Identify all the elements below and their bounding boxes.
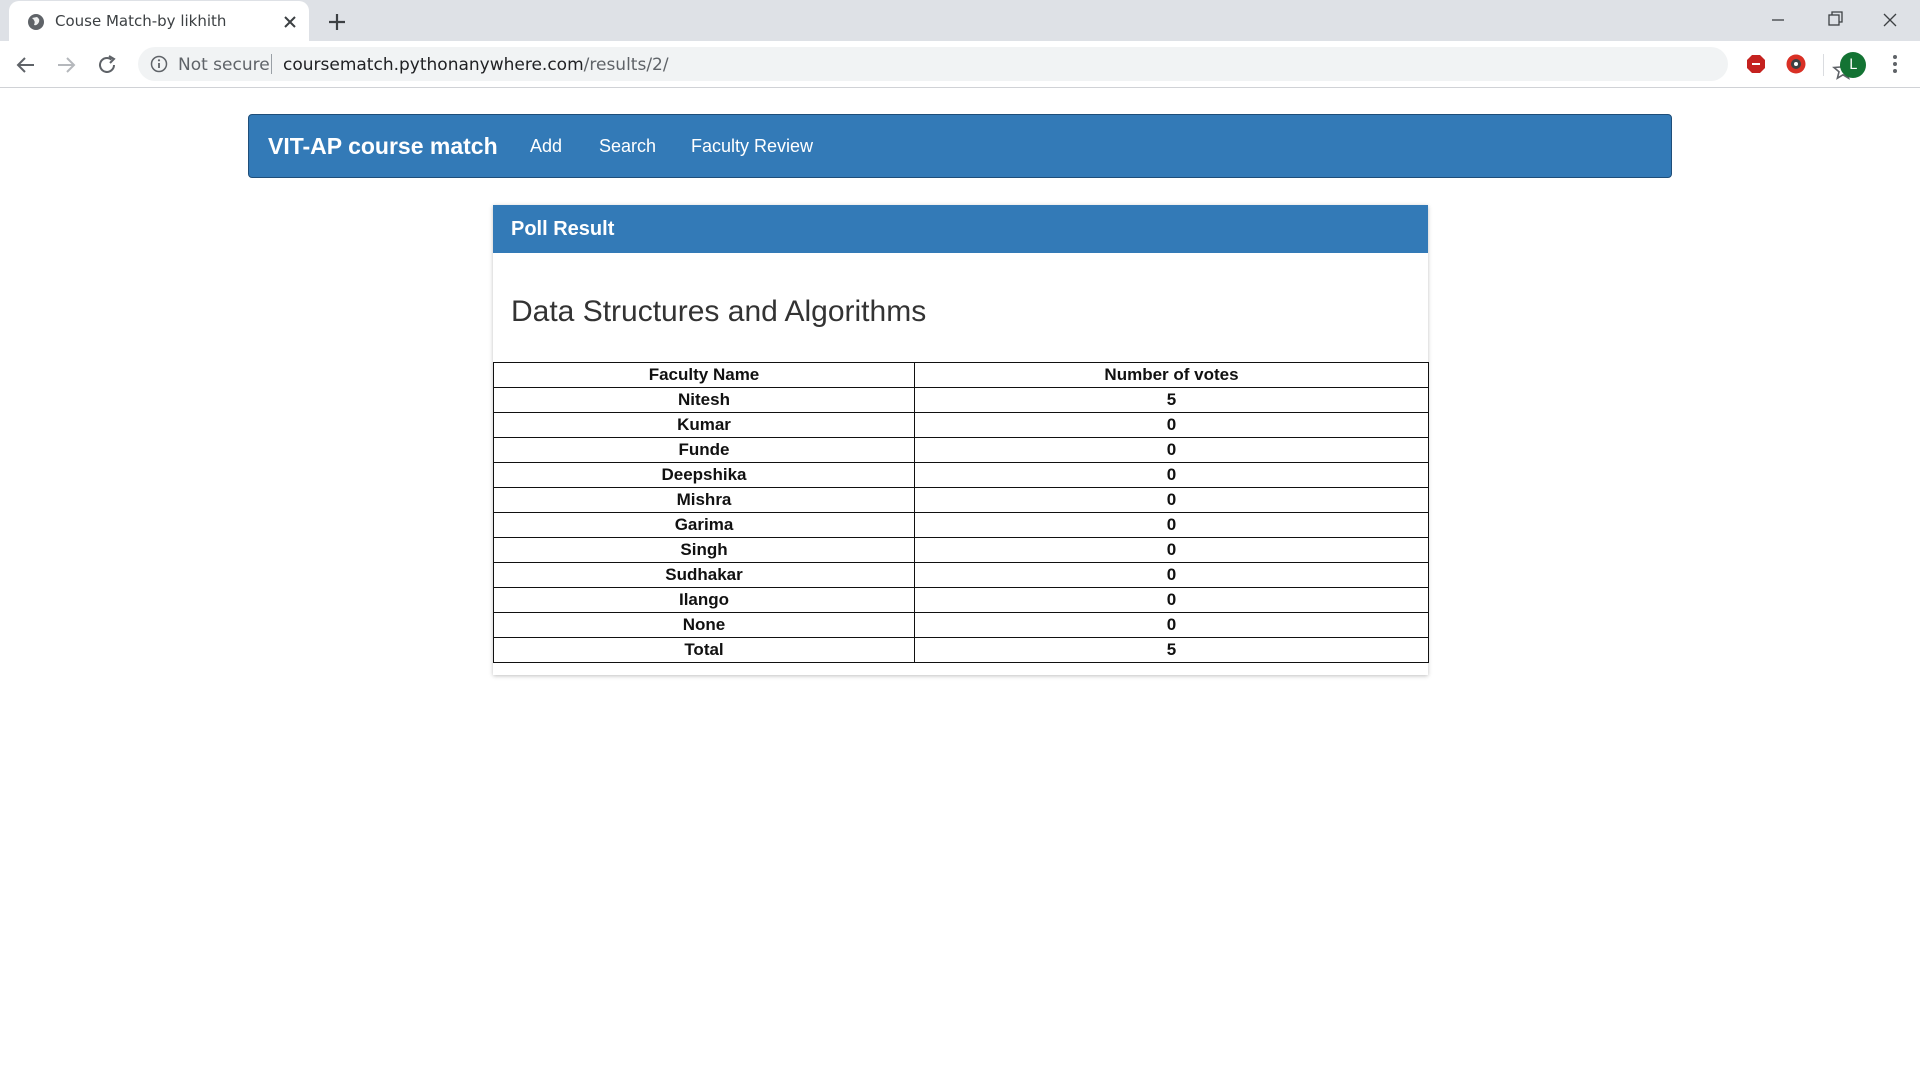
adblock-extension-icon[interactable] [1745,53,1767,75]
faculty-name-cell: Garima [493,512,915,538]
results-table: Faculty Name Number of votes Nitesh 5 Kum… [493,362,1429,663]
globe-icon [28,14,44,30]
header-faculty-name: Faculty Name [493,362,915,388]
poll-result-panel: Poll Result Data Structures and Algorith… [493,205,1429,675]
total-label-cell: Total [493,637,915,663]
reload-icon[interactable] [95,53,119,77]
browser-tab[interactable]: Couse Match-by likhith [9,1,309,41]
nav-link-search[interactable]: Search [599,136,656,157]
total-row: Total 5 [493,637,1429,663]
panel-heading: Poll Result [493,205,1428,253]
vote-count-cell: 0 [914,462,1429,488]
site-navbar: VIT-AP course match Add Search Faculty R… [248,114,1672,178]
faculty-name-cell: Ilango [493,587,915,613]
vote-count-cell: 0 [914,437,1429,463]
vote-count-cell: 0 [914,412,1429,438]
course-title: Data Structures and Algorithms [511,295,927,328]
table-row: Funde 0 [493,437,1429,463]
address-bar[interactable]: Not secure coursematch.pythonanywhere.co… [138,47,1854,81]
forward-arrow-icon[interactable] [54,53,78,77]
url-host: coursematch.pythonanywhere.com [283,55,584,75]
vote-count-cell: 5 [914,387,1429,413]
toolbar-separator [1823,54,1824,76]
kebab-menu-icon[interactable] [1884,53,1906,75]
faculty-name-cell: Kumar [493,412,915,438]
tab-title: Couse Match-by likhith [55,12,227,30]
table-row: Kumar 0 [493,412,1429,438]
table-row: Sudhakar 0 [493,562,1429,588]
vote-count-cell: 0 [914,562,1429,588]
url-text[interactable]: coursematch.pythonanywhere.com/results/2… [283,55,669,75]
table-row: Garima 0 [493,512,1429,538]
table-row: Nitesh 5 [493,387,1429,413]
restore-window-icon[interactable] [1806,6,1862,34]
faculty-name-cell: Funde [493,437,915,463]
info-icon[interactable] [150,55,168,73]
back-arrow-icon[interactable] [14,53,38,77]
minimize-window-icon[interactable] [1750,6,1806,34]
url-path: /results/2/ [583,55,669,75]
vote-count-cell: 0 [914,537,1429,563]
vote-count-cell: 0 [914,487,1429,513]
table-header-row: Faculty Name Number of votes [493,362,1429,388]
security-label: Not secure [178,55,270,75]
faculty-name-cell: Deepshika [493,462,915,488]
faculty-name-cell: Singh [493,537,915,563]
nav-link-add[interactable]: Add [530,136,562,157]
extension-record-icon[interactable] [1785,53,1807,75]
panel-title: Poll Result [511,218,615,240]
profile-avatar[interactable]: L [1840,52,1866,78]
browser-toolbar: Not secure coursematch.pythonanywhere.co… [0,41,1920,88]
vote-count-cell: 0 [914,587,1429,613]
table-row: Mishra 0 [493,487,1429,513]
faculty-name-cell: Mishra [493,487,915,513]
close-window-icon[interactable] [1862,6,1918,34]
browser-tab-strip: Couse Match-by likhith [0,0,1920,41]
faculty-name-cell: Nitesh [493,387,915,413]
address-separator [271,54,272,74]
vote-count-cell: 0 [914,612,1429,638]
site-brand[interactable]: VIT-AP course match [268,133,498,160]
close-tab-icon[interactable] [281,13,299,31]
vote-count-cell: 0 [914,512,1429,538]
new-tab-icon[interactable] [325,10,349,34]
faculty-name-cell: None [493,612,915,638]
nav-link-faculty-review[interactable]: Faculty Review [691,136,813,157]
table-row: Ilango 0 [493,587,1429,613]
faculty-name-cell: Sudhakar [493,562,915,588]
header-number-of-votes: Number of votes [914,362,1429,388]
table-row: Deepshika 0 [493,462,1429,488]
total-votes-cell: 5 [914,637,1429,663]
table-row: Singh 0 [493,537,1429,563]
table-row: None 0 [493,612,1429,638]
